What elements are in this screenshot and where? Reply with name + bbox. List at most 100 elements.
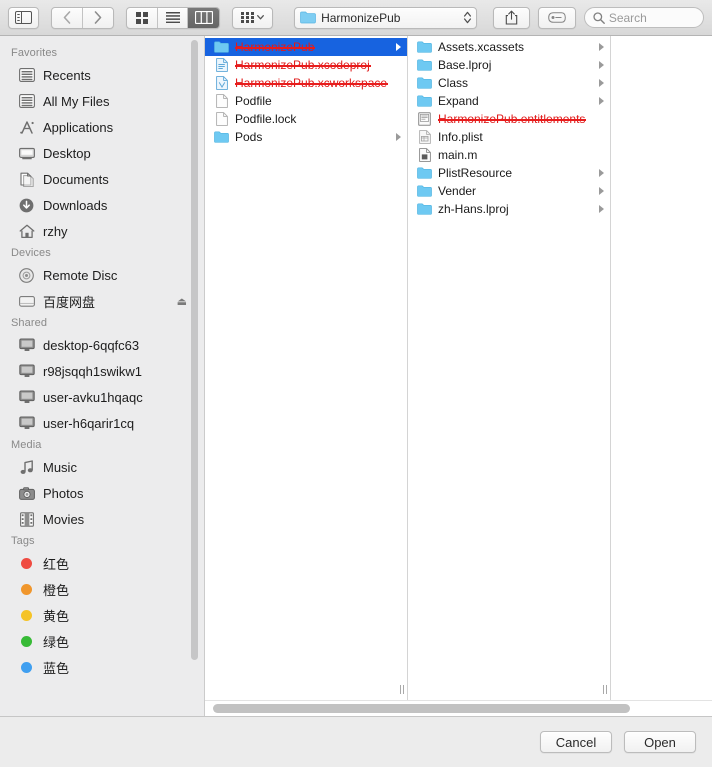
sidebar-item-label: Desktop — [43, 145, 91, 161]
sidebar-item-user-avku1hqaqc[interactable]: user-avku1hqaqc — [0, 384, 204, 410]
sidebar-item-label: 绿色 — [43, 634, 70, 650]
sidebar-item-label: Downloads — [43, 197, 108, 213]
column-1-resize-handle[interactable] — [395, 678, 407, 700]
back-button[interactable] — [52, 7, 83, 28]
sidebar-item-remote-disc[interactable]: Remote Disc — [0, 262, 204, 288]
sidebar-item-橙色[interactable]: 橙色 — [0, 576, 204, 602]
file-row[interactable]: PlistResource — [408, 164, 610, 182]
sidebar-item-label: user-avku1hqaqc — [43, 389, 143, 405]
file-name: zh-Hans.lproj — [438, 202, 509, 216]
sidebar-item-photos[interactable]: Photos — [0, 480, 204, 506]
path-label: HarmonizePub — [321, 10, 401, 25]
file-row[interactable]: Base.lproj — [408, 56, 610, 74]
file-row[interactable]: Podfile.lock — [205, 110, 407, 128]
sidebar-item-downloads[interactable]: Downloads — [0, 192, 204, 218]
sidebar-item-r98jsqqh1swikw1[interactable]: r98jsqqh1swikw1 — [0, 358, 204, 384]
folder-icon — [417, 166, 432, 180]
sidebar-item-desktop[interactable]: Desktop — [0, 140, 204, 166]
grid-icon — [136, 11, 149, 24]
file-name: Pods — [235, 130, 263, 144]
file-row[interactable]: HarmonizePub.xcodeproj — [205, 56, 407, 74]
tag-dot — [18, 607, 35, 624]
file-row[interactable]: zh-Hans.lproj — [408, 200, 610, 218]
file-row[interactable]: Pods — [205, 128, 407, 146]
cancel-button[interactable]: Cancel — [540, 731, 612, 753]
file-name: Expand — [438, 94, 479, 108]
movies-icon — [18, 511, 35, 528]
file-row[interactable]: HarmonizePub — [205, 38, 407, 56]
sidebar-section-header: Tags — [11, 535, 35, 547]
sidebar-item-movies[interactable]: Movies — [0, 506, 204, 532]
file-row[interactable]: Expand — [408, 92, 610, 110]
sidebar-item-蓝色[interactable]: 蓝色 — [0, 654, 204, 680]
sidebar-item-label: Remote Disc — [43, 267, 118, 283]
file-row[interactable]: Assets.xcassets — [408, 38, 610, 56]
search-placeholder: Search — [608, 10, 647, 25]
toolbar: HarmonizePub Search — [0, 0, 712, 36]
file-row[interactable]: Vender — [408, 182, 610, 200]
file-name: Podfile.lock — [235, 112, 297, 126]
file-row[interactable]: main.m — [408, 146, 610, 164]
sidebar-toggle-button[interactable] — [8, 6, 40, 29]
file-name: HarmonizePub.xcworkspace — [235, 76, 407, 90]
file-row[interactable]: HarmonizePub.entitlements — [408, 110, 610, 128]
sidebar-item-music[interactable]: Music — [0, 454, 204, 480]
disclosure-arrow-icon — [599, 205, 604, 213]
file-row[interactable]: HarmonizePub.xcworkspace — [205, 74, 407, 92]
sidebar-item-label: Documents — [43, 171, 109, 187]
sidebar-item-百度网盘[interactable]: 百度网盘 ⏏ — [0, 288, 204, 314]
sidebar-item-黄色[interactable]: 黄色 — [0, 602, 204, 628]
sidebar-item-desktop-6qqfc63[interactable]: desktop-6qqfc63 — [0, 332, 204, 358]
file-row[interactable]: Info.plist — [408, 128, 610, 146]
file-column-1: HarmonizePub HarmonizePub.xcodeproj Harmon… — [205, 36, 408, 700]
sidebar-item-红色[interactable]: 红色 — [0, 550, 204, 576]
eject-icon[interactable]: ⏏ — [177, 295, 187, 308]
horizontal-scrollbar[interactable] — [205, 700, 712, 716]
tag-button[interactable] — [538, 6, 576, 29]
disclosure-arrow-icon — [599, 187, 604, 195]
documents-icon — [18, 171, 35, 188]
columns-icon — [194, 11, 213, 24]
share-button[interactable] — [493, 6, 531, 29]
file-row[interactable]: Class — [408, 74, 610, 92]
redacted-file-name: HarmonizePub.entitlements — [438, 112, 587, 126]
plist-icon — [417, 130, 432, 144]
arrange-icon — [240, 12, 254, 23]
file-row[interactable]: Podfile — [205, 92, 407, 110]
view-column-button[interactable] — [188, 7, 219, 28]
computer-icon — [18, 363, 35, 380]
forward-button[interactable] — [83, 8, 113, 28]
list-icon — [165, 12, 180, 23]
file-icon — [214, 112, 229, 126]
navigation-segmented-control — [51, 6, 115, 29]
view-list-button[interactable] — [158, 7, 189, 28]
view-icon-button[interactable] — [127, 7, 158, 28]
path-popup-button[interactable]: HarmonizePub — [294, 6, 478, 29]
music-icon — [18, 459, 35, 476]
sidebar-item-user-h6qarir1cq[interactable]: user-h6qarir1cq — [0, 410, 204, 436]
horizontal-scroll-thumb[interactable] — [213, 704, 630, 713]
disclosure-arrow-icon — [396, 43, 401, 51]
open-button[interactable]: Open — [624, 731, 696, 753]
search-input[interactable]: Search — [583, 7, 704, 28]
file-icon — [214, 94, 229, 108]
file-name: Assets.xcassets — [438, 40, 525, 54]
tag-color-dot — [21, 609, 32, 621]
sidebar-item-rzhy[interactable]: rzhy — [0, 218, 204, 244]
file-name: HarmonizePub.xcodeproj — [235, 58, 407, 72]
folder-icon — [417, 94, 432, 108]
sidebar-item-applications[interactable]: Applications — [0, 114, 204, 140]
sidebar-toggle-icon — [15, 11, 33, 24]
sidebar-item-all-my-files[interactable]: All My Files — [0, 88, 204, 114]
sidebar-section-header: Shared — [11, 317, 48, 329]
sidebar-item-recents[interactable]: Recents — [0, 62, 204, 88]
sidebar-item-documents[interactable]: Documents — [0, 166, 204, 192]
sidebar-item-label: 红色 — [43, 556, 70, 572]
column-2-resize-handle[interactable] — [598, 678, 610, 700]
disclosure-arrow-icon — [599, 169, 604, 177]
recents-icon — [18, 67, 35, 84]
column-browser: HarmonizePub HarmonizePub.xcodeproj Harmon… — [205, 36, 712, 716]
sidebar-scrollbar[interactable] — [191, 40, 198, 660]
sidebar-item-绿色[interactable]: 绿色 — [0, 628, 204, 654]
arrange-by-button[interactable] — [231, 6, 274, 29]
